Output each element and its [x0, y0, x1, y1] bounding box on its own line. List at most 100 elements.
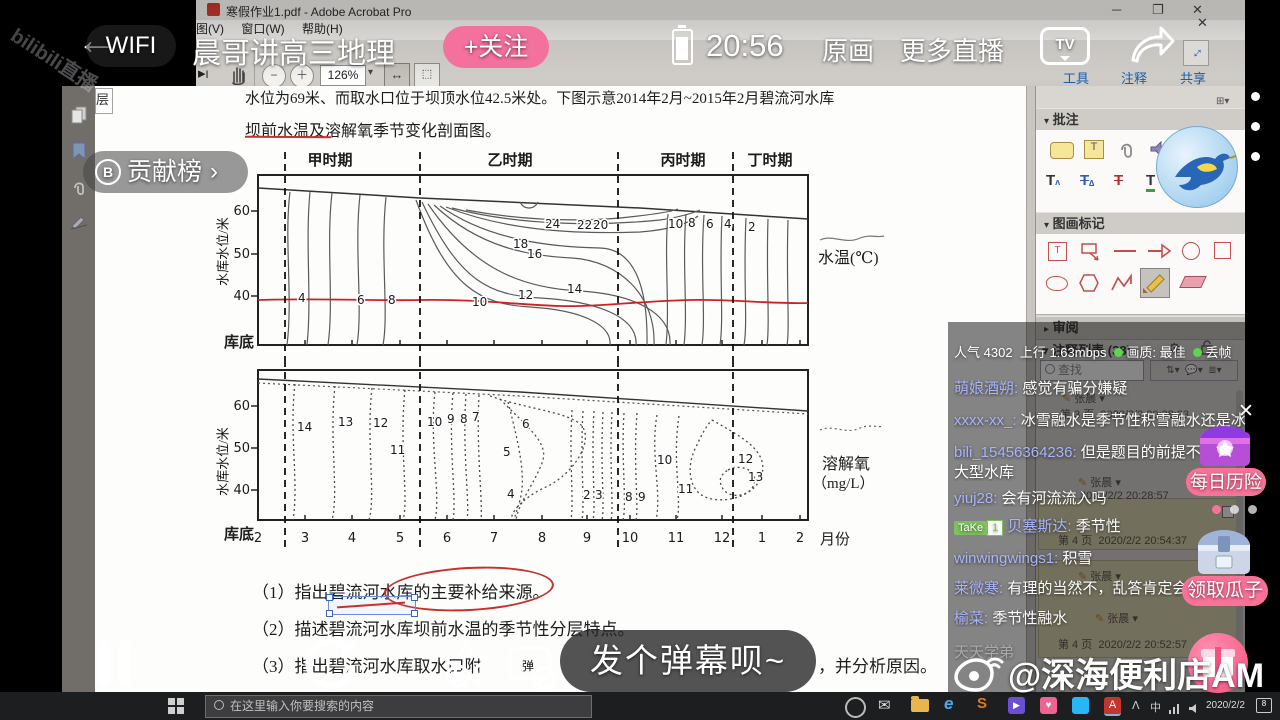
chat-message: 榆菜: 季节性融水 [954, 610, 1068, 627]
replace-text-icon[interactable]: Tᴧ [1080, 172, 1094, 189]
daily-adventure-label[interactable]: 每日历险 [1186, 468, 1266, 496]
more-streams-button[interactable]: 更多直播 [900, 31, 1004, 68]
mail-icon[interactable]: ✉ [878, 696, 891, 714]
tab-tools[interactable]: 工具 [1063, 68, 1089, 87]
toolbar-close-icon[interactable]: ✕ [1197, 15, 1208, 31]
effects-off-icon[interactable] [438, 636, 494, 697]
svg-text:10: 10 [622, 531, 639, 546]
svg-text:4: 4 [298, 291, 306, 305]
danmaku-input[interactable]: 发个弹幕呗~ [560, 630, 816, 692]
menu-dot[interactable] [1251, 92, 1260, 101]
svg-text:13: 13 [748, 470, 763, 484]
network-icon[interactable] [1168, 701, 1182, 719]
fit-page-button[interactable]: ⬚ [414, 63, 440, 88]
chat-message: 萌娘酒朔: 感觉有骗分嫌疑 [954, 380, 1128, 397]
pink-app-icon[interactable]: ♥ [1040, 697, 1057, 714]
svg-text:弹: 弹 [522, 659, 534, 673]
polyline-tool-icon[interactable] [1110, 272, 1134, 299]
page-thumbnails-icon[interactable] [70, 106, 88, 129]
svg-text:22: 22 [577, 218, 592, 232]
question-3-right: ，并分析原因。 [818, 657, 937, 676]
svg-text:2: 2 [748, 220, 756, 234]
chat-overlay: 人气 4302 上行 1.63mbps 画质: 最佳 丢帧 萌娘酒朔: 感觉有骗… [948, 322, 1246, 692]
streamer-title: 晨哥讲高三地理 [192, 38, 396, 70]
acrobat-taskbar-icon[interactable]: A [1104, 697, 1121, 716]
attach-file-icon[interactable] [1116, 138, 1136, 165]
polygon-tool-icon[interactable] [1078, 272, 1100, 299]
video-app-icon[interactable]: ▶ [1008, 697, 1025, 714]
svg-text:1: 1 [758, 531, 766, 546]
underline-icon[interactable]: T [1146, 172, 1156, 192]
refresh-button[interactable] [300, 634, 362, 701]
svg-text:4: 4 [507, 487, 515, 501]
svg-text:丁时期: 丁时期 [747, 151, 792, 169]
selected-annotation-box[interactable] [326, 594, 418, 617]
signature-icon[interactable] [70, 212, 88, 235]
menu-dot[interactable] [1251, 122, 1260, 131]
chart1-bottom-label: 库底 [224, 335, 255, 351]
contribution-rank-button[interactable]: B 贡献榜 › [83, 151, 248, 193]
minimize-button[interactable]: ─ [1112, 2, 1121, 17]
strikethrough-icon[interactable]: T [1114, 172, 1123, 189]
panel-options-icon[interactable]: ⊞▾ [1216, 96, 1229, 107]
svg-text:4: 4 [724, 217, 732, 231]
svg-text:60: 60 [233, 204, 250, 219]
bilibili-app-icon[interactable] [1072, 697, 1089, 714]
eraser-tool-icon[interactable] [1179, 276, 1207, 288]
text-note-icon[interactable]: T [1084, 140, 1104, 159]
svg-text:6: 6 [706, 217, 714, 231]
svg-text:乙时期: 乙时期 [487, 151, 532, 169]
cortana-icon[interactable] [845, 697, 866, 718]
pdf-file-icon [207, 3, 220, 16]
taskbar-clock[interactable]: 2020/2/2 [1206, 700, 1245, 711]
expand-toolbar-icon[interactable]: ↔ [1183, 40, 1209, 66]
volume-icon[interactable] [1188, 701, 1201, 719]
tv-cast-icon[interactable]: TV [1040, 27, 1090, 65]
arrow-tool-icon[interactable] [1146, 242, 1172, 265]
tray-expand-icon[interactable]: ᐱ [1132, 699, 1140, 712]
ime-indicator[interactable]: 中 [1150, 699, 1161, 715]
svg-text:40: 40 [233, 483, 250, 498]
drawing-markups-header[interactable]: ▾ 图画标记 [1036, 212, 1245, 236]
svg-text:20: 20 [593, 218, 608, 232]
svg-text:8: 8 [538, 531, 546, 546]
svg-text:9: 9 [447, 412, 455, 426]
follow-button[interactable]: +关注 [443, 26, 549, 68]
svg-text:50: 50 [233, 441, 250, 456]
svg-text:8: 8 [388, 293, 396, 307]
quality-button[interactable]: 原画 [822, 31, 874, 68]
carousel-dot [1230, 505, 1239, 514]
svg-text:11: 11 [390, 443, 405, 457]
callout-tool-icon[interactable] [1080, 242, 1102, 267]
svg-text:60: 60 [233, 399, 250, 414]
file-explorer-icon[interactable] [911, 696, 929, 712]
share-icon[interactable] [1125, 22, 1177, 69]
seeds-chest[interactable] [1190, 516, 1258, 578]
chart2-ylabel: 水库水位/米 [215, 427, 231, 496]
daily-adventure-chest[interactable] [1192, 412, 1258, 470]
rectangle-tool-icon[interactable] [1214, 242, 1231, 259]
battery-icon [672, 25, 693, 65]
svg-text:14: 14 [297, 420, 312, 434]
sticky-note-icon[interactable] [1050, 142, 1074, 159]
svg-text:丙时期: 丙时期 [660, 151, 705, 169]
pdf-text-line1: 水位为69米、而取水口位于坝顶水位42.5米处。下图示意2014年2月~2015… [245, 91, 835, 107]
action-center-icon[interactable]: 8 [1256, 698, 1272, 713]
chart2-bottom-label: 库底 [224, 527, 255, 543]
insert-text-icon[interactable]: Tᴧ [1046, 172, 1060, 189]
danmaku-off-icon[interactable]: 弹 [502, 636, 558, 697]
screen: 寒假作业1.pdf - Adobe Acrobat Pro ─ ❐ ✕ 文件(F… [0, 0, 1280, 720]
seeds-claim-label[interactable]: 领取瓜子 [1182, 576, 1268, 606]
tab-comment[interactable]: 注释 [1121, 68, 1147, 87]
menu-dot[interactable] [1251, 152, 1260, 161]
cloud-tool-icon[interactable] [1046, 276, 1068, 291]
start-button[interactable] [168, 698, 184, 719]
restore-button[interactable]: ❐ [1152, 2, 1164, 18]
tab-share[interactable]: 共享 [1180, 68, 1206, 87]
line-tool-icon[interactable] [1114, 250, 1136, 252]
pencil-tool-selected[interactable] [1140, 268, 1170, 298]
oval-tool-icon[interactable] [1182, 242, 1200, 260]
svg-text:5: 5 [396, 531, 404, 546]
textbox-tool-icon[interactable]: T [1048, 242, 1067, 261]
taskbar-search-input[interactable]: 在这里输入你要搜索的内容 [205, 695, 592, 718]
